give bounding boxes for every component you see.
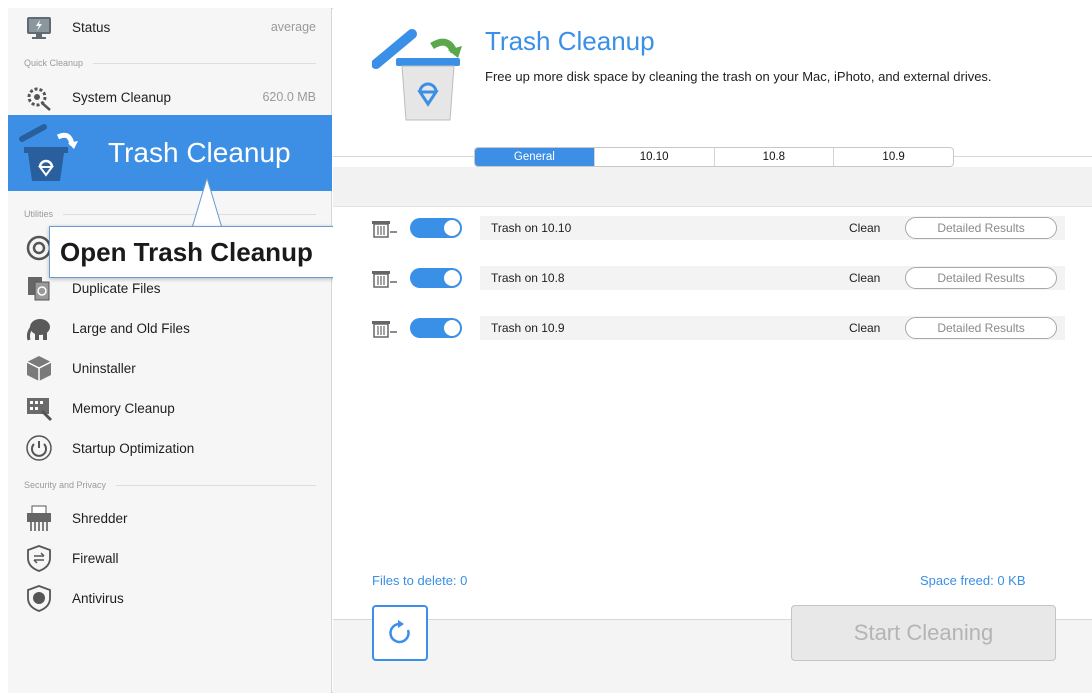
callout-pointer <box>192 178 222 228</box>
sidebar-item-label: Startup Optimization <box>72 441 195 456</box>
sidebar-item-label: Memory Cleanup <box>72 401 175 416</box>
tab-10-9[interactable]: 10.9 <box>833 148 953 166</box>
item-label: Trash on 10.9 <box>491 321 565 335</box>
section-label: Security and Privacy <box>24 480 107 490</box>
item-status: Clean <box>849 221 881 235</box>
sidebar-item-label: Shredder <box>72 511 128 526</box>
toolbar-band <box>333 167 1092 207</box>
trash-cleanup-header-icon <box>372 29 462 121</box>
sidebar-item-memory-cleanup[interactable]: Memory Cleanup <box>8 388 332 428</box>
sidebar-item-label: System Cleanup <box>72 90 172 105</box>
sidebar-item-label: Antivirus <box>72 591 124 606</box>
firewall-shield-icon <box>22 541 56 575</box>
elephant-icon <box>22 311 56 345</box>
sidebar-item-uninstaller[interactable]: Uninstaller <box>8 348 332 388</box>
tab-10-10[interactable]: 10.10 <box>593 148 714 166</box>
antivirus-shield-icon <box>22 581 56 615</box>
sidebar-item-system-cleanup[interactable]: System Cleanup 620.0 MB <box>8 78 332 118</box>
files-to-delete-count: Files to delete: 0 <box>372 573 468 588</box>
status-value: average <box>270 20 316 34</box>
detailed-results-button[interactable]: Detailed Results <box>905 267 1057 289</box>
item-status: Clean <box>849 321 881 335</box>
tooltip-callout: Open Trash Cleanup <box>49 226 359 278</box>
power-icon <box>22 431 56 465</box>
sidebar-item-label: Status <box>72 20 111 35</box>
trash-can-icon <box>372 221 397 238</box>
sidebar-item-label: Duplicate Files <box>72 281 161 296</box>
section-label: Quick Cleanup <box>24 58 84 68</box>
trash-can-icon <box>372 271 397 288</box>
box-icon <box>22 351 56 385</box>
start-cleaning-button[interactable]: Start Cleaning <box>791 605 1056 661</box>
sidebar-item-shredder[interactable]: Shredder <box>8 498 332 538</box>
trash-can-icon <box>372 321 397 338</box>
recycle-bin-icon <box>14 123 84 183</box>
list-item: Trash on 10.10 Clean Detailed Results <box>364 216 1065 240</box>
gear-broom-icon <box>22 81 56 115</box>
tab-10-8[interactable]: 10.8 <box>713 148 834 166</box>
section-header-security: Security and Privacy <box>24 480 316 490</box>
sidebar-item-label: Firewall <box>72 551 119 566</box>
enable-toggle[interactable] <box>410 318 462 338</box>
section-header-quick-cleanup: Quick Cleanup <box>24 58 316 68</box>
detailed-results-button[interactable]: Detailed Results <box>905 217 1057 239</box>
sidebar-item-firewall[interactable]: Firewall <box>8 538 332 578</box>
sidebar-item-label: Trash Cleanup <box>108 137 291 168</box>
sidebar-item-antivirus[interactable]: Antivirus <box>8 578 332 618</box>
list-item: Trash on 10.9 Clean Detailed Results <box>364 316 1065 340</box>
page-title: Trash Cleanup <box>485 26 655 56</box>
sidebar-item-startup-optimization[interactable]: Startup Optimization <box>8 428 332 468</box>
sidebar-item-trash-cleanup[interactable]: Trash Cleanup <box>8 115 332 191</box>
monitor-icon <box>22 11 56 45</box>
enable-toggle[interactable] <box>410 268 462 288</box>
section-label: Utilities <box>24 209 54 219</box>
list-item: Trash on 10.8 Clean Detailed Results <box>364 266 1065 290</box>
section-header-utilities: Utilities <box>24 209 316 219</box>
sidebar-item-status[interactable]: Status average <box>8 8 332 48</box>
tab-general[interactable]: General <box>475 148 594 166</box>
sidebar-item-label: Uninstaller <box>72 361 136 376</box>
memory-chip-icon <box>22 391 56 425</box>
item-label: Trash on 10.8 <box>491 271 565 285</box>
system-cleanup-size: 620.0 MB <box>262 90 316 104</box>
page-description: Free up more disk space by cleaning the … <box>485 69 992 84</box>
sidebar-item-large-old-files[interactable]: Large and Old Files <box>8 308 332 348</box>
shredder-icon <box>22 501 56 535</box>
refresh-button[interactable] <box>372 605 428 661</box>
enable-toggle[interactable] <box>410 218 462 238</box>
detailed-results-button[interactable]: Detailed Results <box>905 317 1057 339</box>
space-freed-value: Space freed: 0 KB <box>920 573 1026 588</box>
item-label: Trash on 10.10 <box>491 221 572 235</box>
item-status: Clean <box>849 271 881 285</box>
refresh-icon <box>389 620 410 644</box>
sidebar-item-label: Large and Old Files <box>72 321 190 336</box>
callout-text: Open Trash Cleanup <box>60 236 313 267</box>
tab-bar: General 10.10 10.8 10.9 <box>474 147 954 167</box>
